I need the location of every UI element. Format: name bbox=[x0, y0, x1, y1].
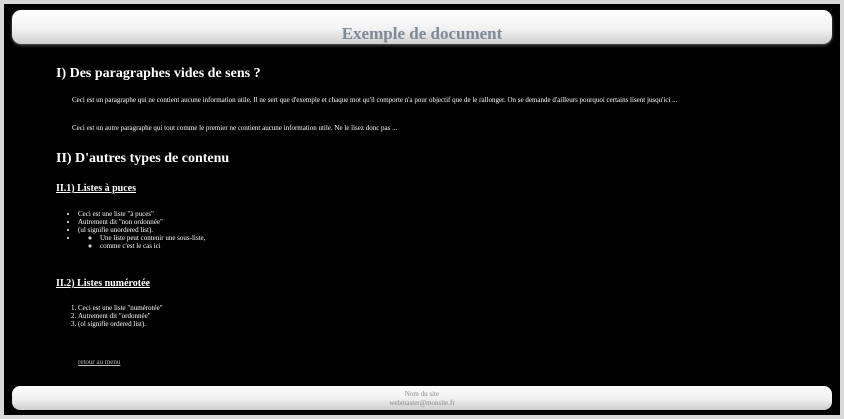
list-item: Autrement dit "non ordonnée" bbox=[78, 218, 205, 226]
numbered-list: Ceci est une liste "numérotée" Autrement… bbox=[56, 304, 163, 328]
footer-site-name: Nom du site bbox=[404, 390, 440, 398]
page-footer: Nom du site webmaster@monsite.fr bbox=[12, 386, 832, 410]
nested-bullet-list: Une liste peut contenir une sous-liste, … bbox=[78, 234, 205, 250]
list-item-nested: Une liste peut contenir une sous-liste, … bbox=[78, 234, 205, 250]
back-to-menu-link[interactable]: retour au menu bbox=[78, 358, 120, 367]
list-item: Ceci est une liste "numérotée" bbox=[78, 304, 163, 312]
page-header: Exemple de document bbox=[12, 10, 832, 44]
subsection-2-1-title: II.1) Listes à puces bbox=[56, 183, 137, 194]
page-title: Exemple de document bbox=[341, 24, 503, 43]
page-frame: Exemple de document I) Des paragraphes v… bbox=[4, 4, 840, 415]
list-item: (ul signifie unordered list). bbox=[78, 226, 205, 234]
list-item: Autrement dit "ordonnée" bbox=[78, 312, 163, 320]
paragraph-2: Ceci est un autre paragraphe qui tout co… bbox=[72, 124, 398, 132]
section-2-title: II) D'autres types de contenu bbox=[56, 151, 230, 166]
list-item: (ol signifie ordered list). bbox=[78, 320, 163, 328]
list-item: Ceci est une liste "à puces" bbox=[78, 210, 205, 218]
paragraph-1: Ceci est un paragraphe qui ne contient a… bbox=[72, 96, 678, 104]
bullet-list: Ceci est une liste "à puces" Autrement d… bbox=[56, 210, 205, 250]
list-item: comme c'est le cas ici bbox=[100, 242, 205, 250]
subsection-2-2-title: II.2) Listes numérotée bbox=[56, 278, 150, 289]
footer-email: webmaster@monsite.fr bbox=[389, 399, 455, 407]
section-1-title: I) Des paragraphes vides de sens ? bbox=[56, 66, 261, 81]
list-item: Une liste peut contenir une sous-liste, bbox=[100, 234, 205, 242]
